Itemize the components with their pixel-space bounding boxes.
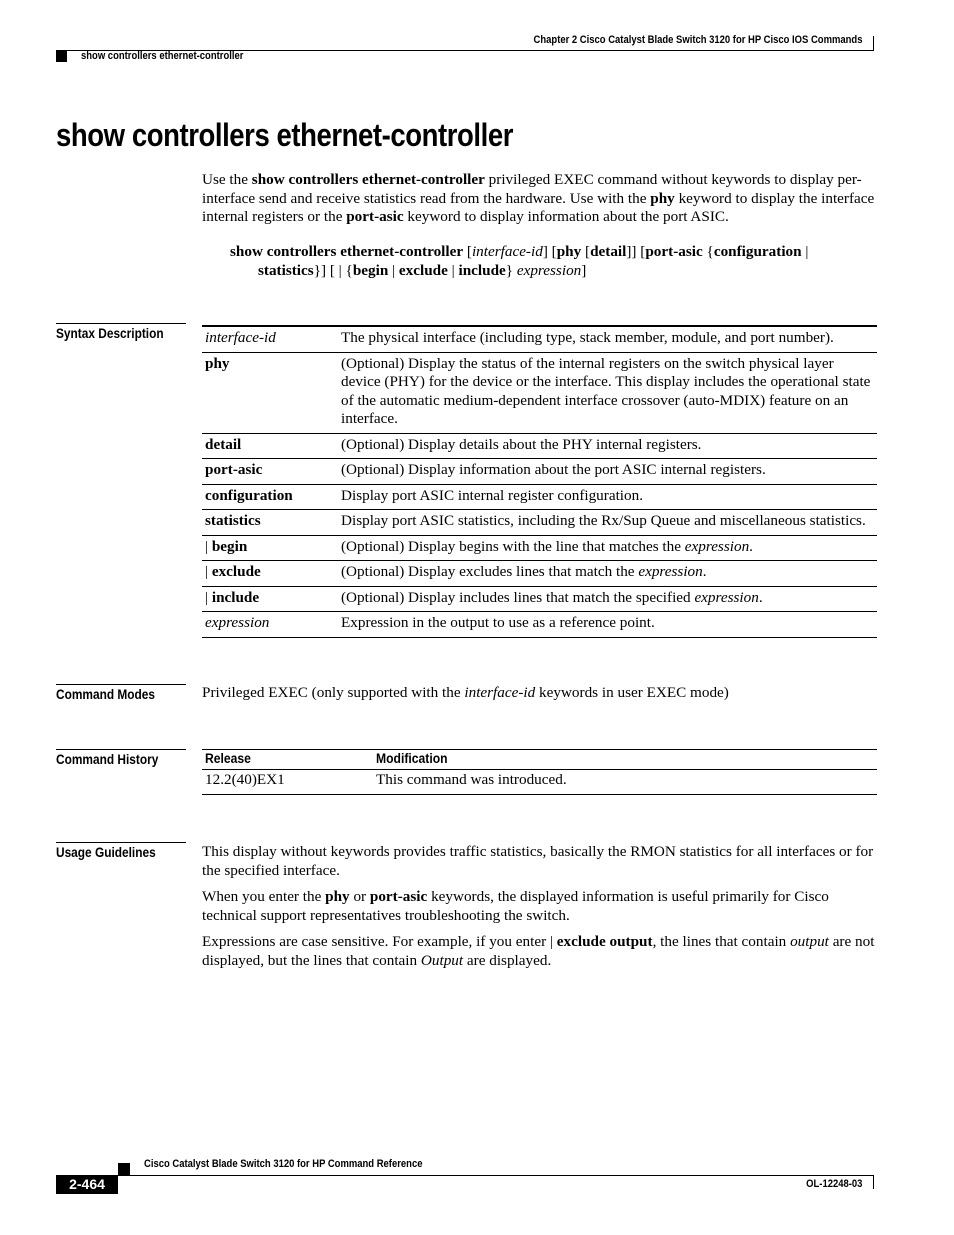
syntax-keyword: expression (202, 611, 338, 638)
footer-divider (873, 1175, 874, 1189)
header-chapter: Chapter 2 Cisco Catalyst Blade Switch 31… (533, 34, 862, 46)
page-number: 2-464 (56, 1175, 118, 1194)
section-label-usage-guidelines: Usage Guidelines (56, 842, 186, 860)
section-label-command-history: Command History (56, 749, 186, 767)
command-modes-text: Privileged EXEC (only supported with the… (202, 684, 729, 701)
syntax-keyword: | include (202, 586, 338, 612)
syntax-keyword: | exclude (202, 560, 338, 587)
syntax-description: (Optional) Display begins with the line … (338, 535, 877, 561)
syntax-row: | begin (Optional) Display begins with th… (202, 535, 877, 561)
syntax-keyword: | begin (202, 535, 338, 561)
header-divider (873, 36, 874, 50)
syntax-keyword: port-asic (202, 458, 338, 485)
syntax-description: (Optional) Display the status of the int… (338, 352, 877, 434)
syntax-description: (Optional) Display excludes lines that m… (338, 560, 877, 587)
usage-guidelines: This display without keywords provides t… (202, 843, 877, 978)
history-header-row: Release Modification (202, 749, 877, 770)
history-row: 12.2(40)EX1 This command was introduced. (202, 769, 877, 795)
syntax-description: Display port ASIC statistics, including … (338, 509, 877, 536)
footer-rule (118, 1175, 874, 1176)
command-syntax: show controllers ethernet-controller [in… (230, 243, 809, 279)
footer-marker (118, 1163, 130, 1175)
section-label-syntax-description: Syntax Description (56, 323, 186, 341)
usage-paragraph-1: This display without keywords provides t… (202, 843, 874, 879)
command-history-table: Release Modification 12.2(40)EX1 This co… (202, 749, 877, 795)
syntax-row: expression Expression in the output to us… (202, 611, 877, 638)
document-id: OL-12248-03 (805, 1178, 862, 1190)
syntax-row: phy (Optional) Display the status of the … (202, 352, 877, 434)
syntax-row: statistics Display port ASIC statistics, … (202, 509, 877, 536)
header-marker (56, 50, 67, 62)
syntax-keyword: interface-id (202, 326, 338, 353)
syntax-description: Expression in the output to use as a ref… (338, 611, 877, 638)
syntax-row: | exclude (Optional) Display excludes lin… (202, 560, 877, 587)
history-header-release: Release (202, 749, 373, 770)
syntax-row: port-asic (Optional) Display information … (202, 458, 877, 485)
syntax-row: interface-id The physical interface (incl… (202, 326, 877, 353)
syntax-description: The physical interface (including type, … (338, 326, 877, 353)
history-release: 12.2(40)EX1 (202, 769, 373, 795)
syntax-row: | include (Optional) Display includes lin… (202, 586, 877, 612)
syntax-description: (Optional) Display details about the PHY… (338, 433, 877, 459)
usage-paragraph-2: When you enter the phy or port-asic keyw… (202, 888, 829, 924)
kw-command: show controllers ethernet-controller (251, 171, 485, 188)
syntax-description: (Optional) Display includes lines that m… (338, 586, 877, 612)
syntax-keyword: statistics (202, 509, 338, 536)
usage-paragraph-3: Expressions are case sensitive. For exam… (202, 933, 875, 969)
kw-port-asic: port-asic (346, 208, 404, 225)
section-label-command-modes: Command Modes (56, 684, 186, 702)
syntax-keyword: configuration (202, 484, 338, 510)
syntax-description: (Optional) Display information about the… (338, 458, 877, 485)
syntax-row: detail (Optional) Display details about t… (202, 433, 877, 459)
history-header-modification: Modification (373, 749, 877, 770)
syntax-keyword: phy (202, 352, 338, 434)
page-title: show controllers ethernet-controller (56, 117, 514, 153)
syntax-row: configuration Display port ASIC internal … (202, 484, 877, 510)
kw-phy: phy (650, 189, 675, 207)
header-section: show controllers ethernet-controller (81, 50, 244, 62)
syntax-keyword: detail (202, 433, 338, 459)
syntax-description-table: interface-id The physical interface (incl… (202, 325, 877, 638)
history-modification: This command was introduced. (373, 769, 877, 795)
footer-title: Cisco Catalyst Blade Switch 3120 for HP … (144, 1158, 423, 1170)
intro-paragraph: Use the show controllers ethernet-contro… (202, 171, 875, 225)
syntax-description: Display port ASIC internal register conf… (338, 484, 877, 510)
